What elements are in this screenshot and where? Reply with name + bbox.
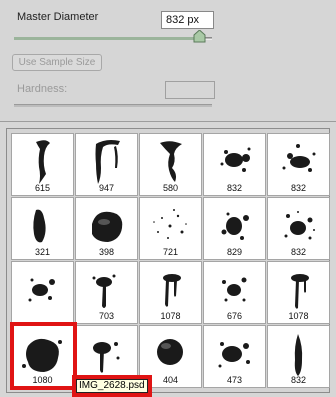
brush-preset-cell[interactable]: 615: [11, 133, 74, 196]
master-diameter-slider-fill: [14, 37, 199, 40]
brush-tooltip: IMG_2628.psd: [76, 379, 148, 393]
brush-size-label: 832: [290, 247, 307, 257]
divider: [0, 121, 336, 122]
brush-size-label: 580: [162, 183, 179, 193]
brush-preset-cell[interactable]: 947: [75, 133, 138, 196]
brush-size-label: 832: [290, 375, 307, 385]
brush-preset-cell[interactable]: 832: [267, 197, 330, 260]
brush-size-label: 829: [226, 247, 243, 257]
brush-preset-cell[interactable]: 580: [139, 133, 202, 196]
slider-thumb-icon[interactable]: [193, 30, 206, 43]
hardness-label: Hardness:: [17, 83, 68, 95]
brush-size-label: 1078: [160, 311, 181, 321]
brush-size-label: 721: [162, 247, 179, 257]
brush-size-label: 676: [226, 311, 243, 321]
brush-preset-cell[interactable]: 321: [11, 197, 74, 260]
master-diameter-field[interactable]: 832 px: [161, 11, 214, 29]
brush-size-label: 321: [34, 247, 51, 257]
brush-preset-cell[interactable]: 1078: [267, 261, 330, 324]
hardness-slider-track[interactable]: [14, 104, 212, 107]
brush-size-label: 832: [226, 183, 243, 193]
splat-d-brush-icon: [28, 278, 55, 302]
brush-preset-cell[interactable]: 832: [203, 133, 266, 196]
selection-highlight: [10, 322, 77, 390]
brush-preset-cell[interactable]: 832: [267, 133, 330, 196]
brush-preset-cell[interactable]: 676: [203, 261, 266, 324]
brush-size-label: 703: [98, 311, 115, 321]
use-sample-size-button[interactable]: Use Sample Size: [12, 54, 102, 71]
brush-preset-cell[interactable]: 829: [203, 197, 266, 260]
brush-preset-cell[interactable]: 703: [75, 261, 138, 324]
brush-preset-cell[interactable]: 473: [203, 325, 266, 388]
brush-preset-cell[interactable]: 832: [267, 325, 330, 388]
brush-size-label: 473: [226, 375, 243, 385]
brush-preset-cell[interactable]: 721: [139, 197, 202, 260]
brush-preset-cell[interactable]: 398: [75, 197, 138, 260]
brush-size-label: 1078: [288, 311, 309, 321]
brush-preset-cell[interactable]: [11, 261, 74, 324]
brush-size-label: 615: [34, 183, 51, 193]
brush-size-label: 398: [98, 247, 115, 257]
hardness-field[interactable]: [165, 81, 215, 99]
brush-size-label: 832: [290, 183, 307, 193]
brush-size-label: 947: [98, 183, 115, 193]
brush-preset-cell[interactable]: 1078: [139, 261, 202, 324]
brush-preset-panel: Master Diameter 832 px Use Sample Size H…: [0, 0, 336, 397]
master-diameter-label: Master Diameter: [17, 11, 99, 23]
